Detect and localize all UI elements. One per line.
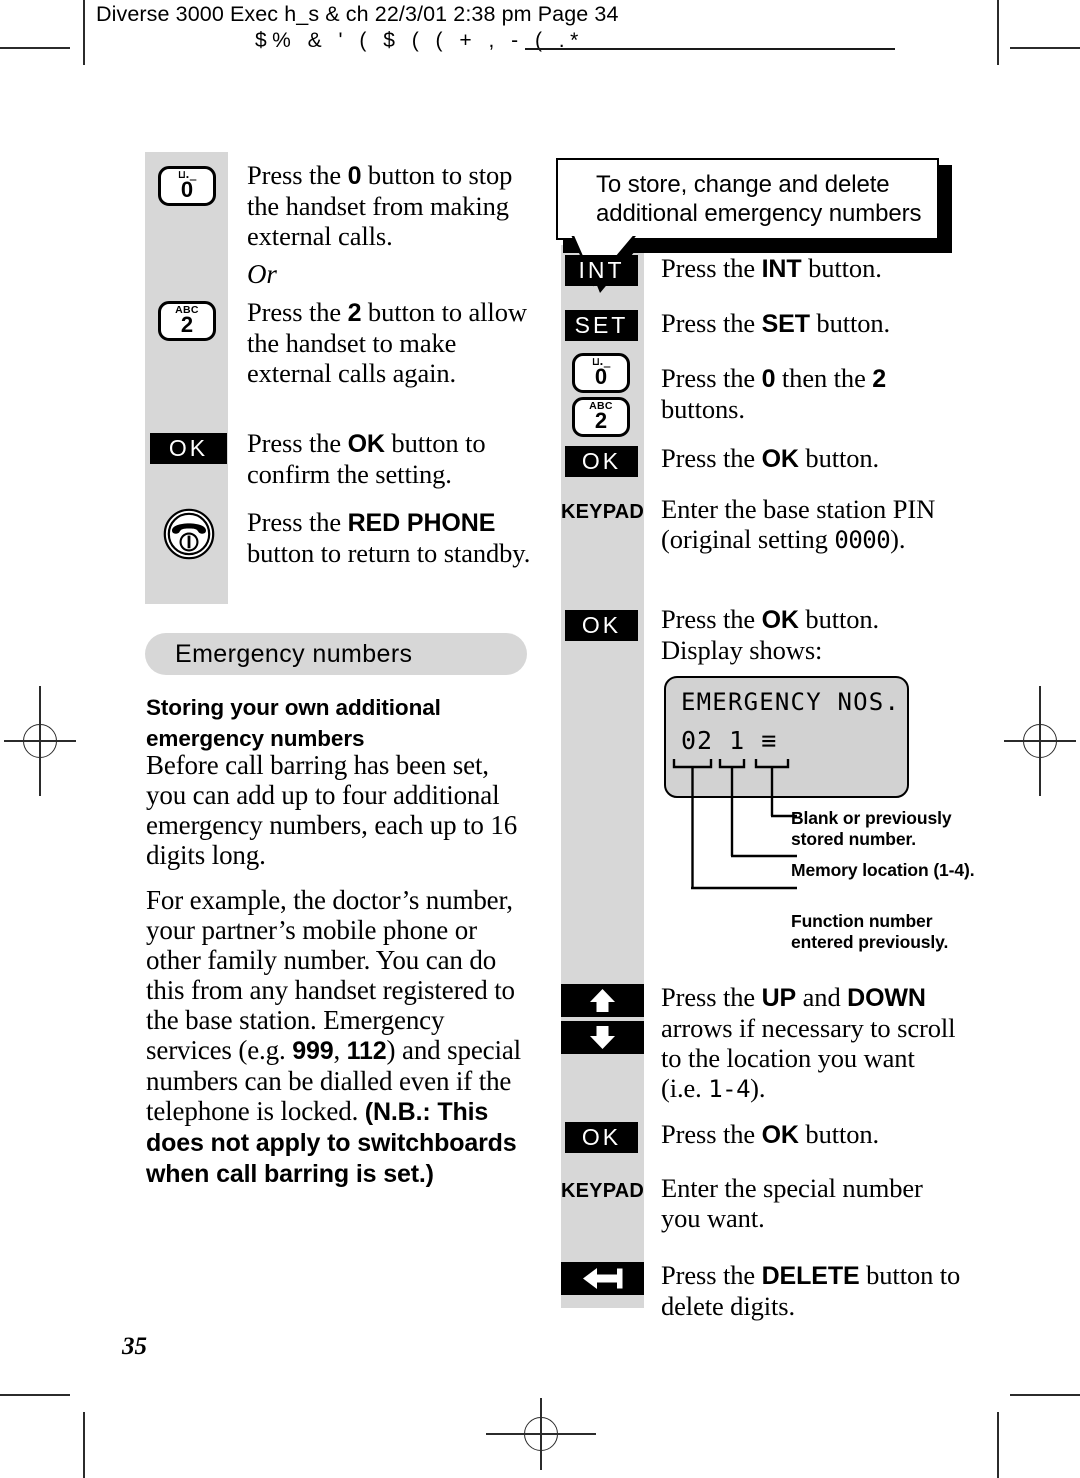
key-2-right-number: 2: [594, 408, 608, 433]
step-text-return-standby: Press the RED PHONE button to return to …: [247, 507, 531, 568]
registration-mark-bottom: [486, 1398, 596, 1470]
annotation-blank-or-stored: Blank or previously stored number.: [791, 808, 952, 849]
step-text-delete-digits: Press the DELETE button to delete digits…: [661, 1260, 961, 1321]
section-heading-label: Emergency numbers: [175, 640, 413, 668]
key-0-right-number: 0: [594, 364, 608, 389]
red-phone-glyph: [163, 508, 215, 560]
paragraph-before-call-barring: Before call barring has been set, you ca…: [146, 750, 518, 870]
keypad-key-2-right[interactable]: ABC 2: [572, 397, 630, 437]
backspace-arrow-icon: [561, 1262, 644, 1295]
delete-button[interactable]: [561, 1262, 644, 1295]
step-text-allow-external: Press the 2 button to allow the handset …: [247, 297, 527, 388]
para2-bold-112: 112: [346, 1037, 387, 1065]
step-text-enter-special-number: Enter the special number you want.: [661, 1173, 923, 1233]
para2-mid: ,: [333, 1035, 347, 1065]
crop-mark-top-left-horizontal: [0, 47, 70, 49]
annotation-function-number: Function number entered previously.: [791, 911, 949, 952]
step-text-enter-pin: Enter the base station PIN (original set…: [661, 494, 936, 554]
red-phone-icon[interactable]: [163, 508, 215, 560]
callout-text: To store, change and delete additional e…: [596, 171, 922, 227]
chip-set[interactable]: SET: [565, 310, 638, 341]
header-rule: [525, 48, 895, 50]
label-keypad-1: KEYPAD: [561, 501, 645, 523]
header-slug: Diverse 3000 Exec h_s & ch 22/3/01 2:38 …: [96, 2, 619, 26]
down-arrow-icon: [561, 1021, 644, 1054]
crop-mark-top-right-vertical: [997, 0, 999, 65]
registration-mark-left: [4, 686, 76, 796]
step-text-or: Or: [247, 259, 277, 289]
crop-mark-bottom-right-horizontal: [1010, 1394, 1080, 1396]
key-0-number: 0: [180, 177, 194, 202]
crop-mark-top-left-vertical: [83, 0, 85, 65]
section-heading-emergency-numbers: Emergency numbers: [145, 633, 527, 675]
step-text-press-0-then-2: Press the 0 then the 2 buttons.: [661, 363, 887, 424]
crop-mark-bottom-right-vertical: [997, 1412, 999, 1478]
step-text-stop-external: Press the 0 button to stop the handset f…: [247, 160, 513, 251]
step-text-confirm-setting: Press the OK button to confirm the setti…: [247, 428, 486, 489]
annotation-memory-location: Memory location (1-4).: [791, 860, 975, 880]
step-text-press-ok-2: Press the OK button.: [661, 1119, 880, 1149]
step-text-press-ok-display: Press the OK button. Display shows:: [661, 604, 880, 665]
crop-mark-bottom-left-horizontal: [0, 1394, 70, 1396]
subheading-storing-own-numbers: Storing your own additional emergency nu…: [146, 695, 441, 751]
label-keypad-2: KEYPAD: [561, 1180, 645, 1202]
up-arrow-icon: [561, 984, 644, 1017]
chip-ok-right-3[interactable]: OK: [565, 1122, 638, 1153]
para2-bold-999: 999: [292, 1037, 334, 1065]
paragraph-for-example: For example, the doctor’s number, your p…: [146, 885, 528, 1189]
keypad-key-0-right[interactable]: ⊔._ 0: [572, 353, 630, 393]
down-arrow-button[interactable]: [561, 1021, 644, 1054]
step-text-press-int: Press the INT button.: [661, 253, 882, 283]
keypad-key-2[interactable]: ABC 2: [158, 301, 216, 341]
step-text-up-down-scroll: Press the UP and DOWN arrows if necessar…: [661, 982, 956, 1103]
page-number: 35: [122, 1333, 147, 1360]
chip-ok-right-1[interactable]: OK: [565, 446, 638, 477]
callout-bubble: To store, change and delete additional e…: [556, 158, 952, 293]
chip-ok-confirm[interactable]: OK: [150, 433, 227, 464]
chip-ok-right-2[interactable]: OK: [565, 610, 638, 641]
step-text-press-ok-1: Press the OK button.: [661, 443, 880, 473]
crop-mark-top-right-horizontal: [1010, 47, 1080, 49]
crop-mark-bottom-left-vertical: [83, 1412, 85, 1478]
up-arrow-button[interactable]: [561, 984, 644, 1017]
registration-mark-right: [1004, 686, 1076, 796]
keypad-key-0[interactable]: ⊔._ 0: [158, 166, 216, 206]
step-text-press-set: Press the SET button.: [661, 308, 891, 338]
chip-int[interactable]: INT: [565, 255, 638, 286]
key-2-number: 2: [180, 312, 194, 337]
